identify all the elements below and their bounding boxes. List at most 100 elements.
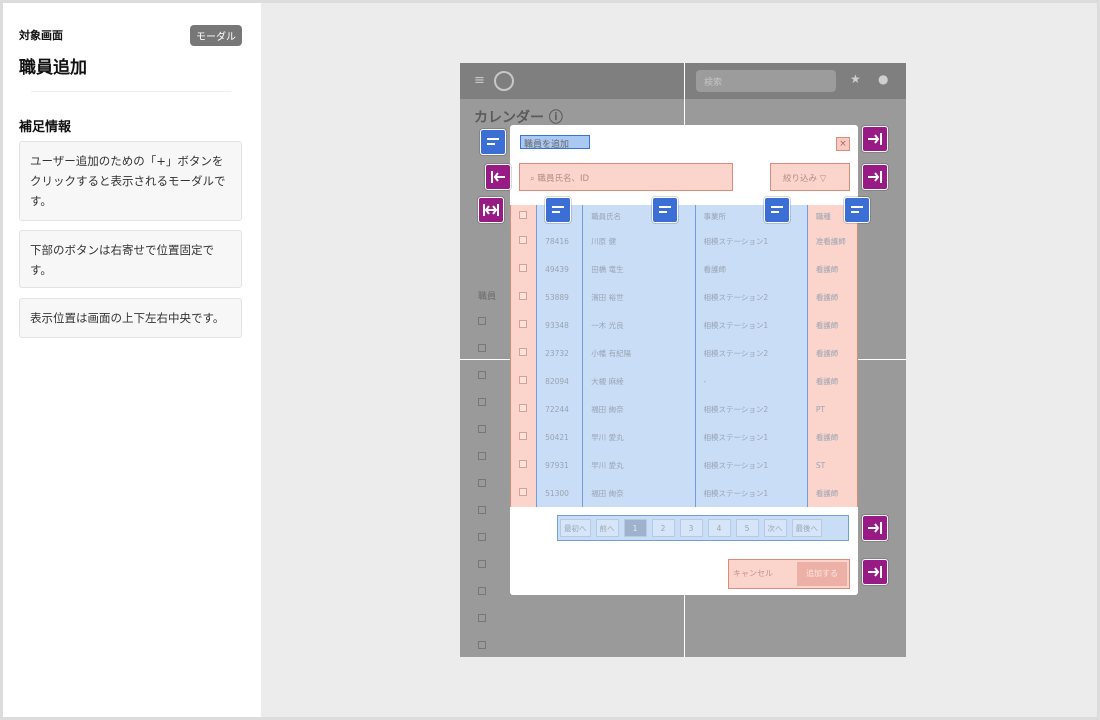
row-checkbox[interactable] xyxy=(509,255,537,283)
table-row[interactable]: 97931 早川 愛丸 相模ステーション1 ST xyxy=(509,451,859,479)
table-row[interactable]: 49439 田橋 竜生 看護師 看護師 xyxy=(509,255,859,283)
row-station: 相模ステーション2 xyxy=(694,339,808,367)
page-2[interactable]: 2 xyxy=(651,519,675,537)
row-id: 23732 xyxy=(536,339,583,367)
header-search[interactable]: 検索 xyxy=(696,70,836,92)
app-logo xyxy=(494,71,514,91)
table-row[interactable]: 82094 大槻 麻綾 - 看護師 xyxy=(509,367,859,395)
app-header: ≡ 検索 ★ ● xyxy=(460,63,906,99)
row-station: 相模ステーション2 xyxy=(694,395,808,423)
page-first[interactable]: 最初へ xyxy=(560,519,591,537)
row-job: 看護師 xyxy=(807,283,859,311)
row-checkbox[interactable] xyxy=(509,339,537,367)
row-job: 看護師 xyxy=(807,311,859,339)
modal-title: 職員を追加 xyxy=(520,135,590,150)
page-title: 職員追加 xyxy=(19,58,87,78)
row-job: 看護師 xyxy=(807,367,859,395)
row-id: 50421 xyxy=(536,423,583,451)
user-icon[interactable]: ● xyxy=(878,72,888,86)
row-job: 准看護師 xyxy=(807,227,859,255)
close-icon[interactable]: × xyxy=(836,137,850,151)
section-title: 補足情報 xyxy=(19,120,72,135)
row-name: 大槻 麻綾 xyxy=(582,367,695,395)
table-row[interactable]: 50421 早川 愛丸 相模ステーション1 看護師 xyxy=(509,423,859,451)
row-checkbox[interactable] xyxy=(509,283,537,311)
row-station: 相模ステーション2 xyxy=(694,283,808,311)
align-left-marker-icon xyxy=(480,129,506,155)
row-checkbox[interactable] xyxy=(509,395,537,423)
divider xyxy=(31,91,231,92)
row-job: ST xyxy=(807,451,859,479)
row-name: 早川 愛丸 xyxy=(582,423,695,451)
table-row[interactable]: 23732 小幡 有紀陽 相模ステーション2 看護師 xyxy=(509,339,859,367)
row-checkbox[interactable] xyxy=(509,451,537,479)
header-name: 職員氏名 xyxy=(582,205,695,227)
spacing-arrow-bottom xyxy=(684,595,685,657)
page-4[interactable]: 4 xyxy=(707,519,731,537)
page-1[interactable]: 1 xyxy=(623,519,647,537)
spacing-arrow-top xyxy=(684,63,685,125)
row-id: 93348 xyxy=(536,311,583,339)
row-name: 川原 健 xyxy=(582,227,695,255)
align-left-marker-icon xyxy=(652,197,678,223)
header-station: 事業所 xyxy=(694,205,808,227)
pagination: 最初へ 前へ 1 2 3 4 5 次へ 最後へ xyxy=(557,515,849,541)
row-station: 相模ステーション1 xyxy=(694,227,808,255)
align-left-marker-icon xyxy=(545,197,571,223)
row-checkbox[interactable] xyxy=(509,227,537,255)
row-station: 相模ステーション1 xyxy=(694,423,808,451)
align-left-edge-marker-icon xyxy=(485,164,511,190)
page-5[interactable]: 5 xyxy=(735,519,759,537)
row-station: 相模ステーション1 xyxy=(694,311,808,339)
row-id: 78416 xyxy=(536,227,583,255)
table-row[interactable]: 78416 川原 健相模ステーション1 准看護師 xyxy=(509,227,859,255)
header-checkbox-cell[interactable] xyxy=(509,205,537,227)
menu-icon[interactable]: ≡ xyxy=(474,73,485,88)
row-job: 看護師 xyxy=(807,339,859,367)
page-last[interactable]: 最後へ xyxy=(791,519,822,537)
row-name: 福田 絢奈 xyxy=(582,395,695,423)
add-staff-modal: 職員を追加 × ⌕ 職員氏名、ID 絞り込み ▽ 職員氏名 事業所 職種 784… xyxy=(509,125,859,595)
row-checkbox[interactable] xyxy=(509,479,537,507)
cancel-button[interactable]: キャンセル xyxy=(733,568,773,579)
row-station: 相模ステーション1 xyxy=(694,451,808,479)
row-checkbox[interactable] xyxy=(509,311,537,339)
search-placeholder: 職員氏名、ID xyxy=(537,174,590,184)
bg-list-item xyxy=(478,605,568,632)
row-name: 小幡 有紀陽 xyxy=(582,339,695,367)
row-name: 一木 光良 xyxy=(582,311,695,339)
row-id: 82094 xyxy=(536,367,583,395)
note-card: 表示位置は画面の上下左右中央です。 xyxy=(19,298,242,338)
star-icon[interactable]: ★ xyxy=(850,72,861,86)
spacing-arrow-left xyxy=(460,359,510,360)
page-heading: カレンダー ⓘ xyxy=(474,110,563,126)
page-3[interactable]: 3 xyxy=(679,519,703,537)
staff-search-input[interactable]: ⌕ 職員氏名、ID xyxy=(519,163,733,191)
align-left-marker-icon xyxy=(844,197,870,223)
filter-button[interactable]: 絞り込み ▽ xyxy=(770,163,850,191)
align-right-marker-icon xyxy=(862,559,888,585)
modal-footer: キャンセル 追加する xyxy=(728,559,850,589)
align-right-marker-icon xyxy=(862,126,888,152)
page-next[interactable]: 次へ xyxy=(763,519,787,537)
align-right-marker-icon xyxy=(862,515,888,541)
note-card: ユーザー追加のための「+」ボタンをクリックすると表示されるモーダルです。 xyxy=(19,141,242,221)
row-id: 72244 xyxy=(536,395,583,423)
row-checkbox[interactable] xyxy=(509,423,537,451)
row-station: - xyxy=(694,367,808,395)
note-card: 下部のボタンは右寄せで位置固定です。 xyxy=(19,230,242,288)
table-row[interactable]: 93348 一木 光良 相模ステーション1 看護師 xyxy=(509,311,859,339)
row-id: 49439 xyxy=(536,255,583,283)
row-id: 53889 xyxy=(536,283,583,311)
table-row[interactable]: 51300 福田 絢奈 相模ステーション1 看護師 xyxy=(509,479,859,507)
table-row[interactable]: 53889 濱田 裕世 相模ステーション2 看護師 xyxy=(509,283,859,311)
screen-label-row: 対象画面 モーダル xyxy=(19,25,243,46)
screen-label: 対象画面 xyxy=(19,29,63,42)
row-job: 看護師 xyxy=(807,479,859,507)
add-button[interactable]: 追加する xyxy=(797,562,847,586)
row-name: 濱田 裕世 xyxy=(582,283,695,311)
row-checkbox[interactable] xyxy=(509,367,537,395)
table-row[interactable]: 72244 福田 絢奈 相模ステーション2 PT xyxy=(509,395,859,423)
page-prev[interactable]: 前へ xyxy=(595,519,619,537)
spec-sidebar: 対象画面 モーダル 職員追加 補足情報 ユーザー追加のための「+」ボタンをクリッ… xyxy=(3,3,261,717)
